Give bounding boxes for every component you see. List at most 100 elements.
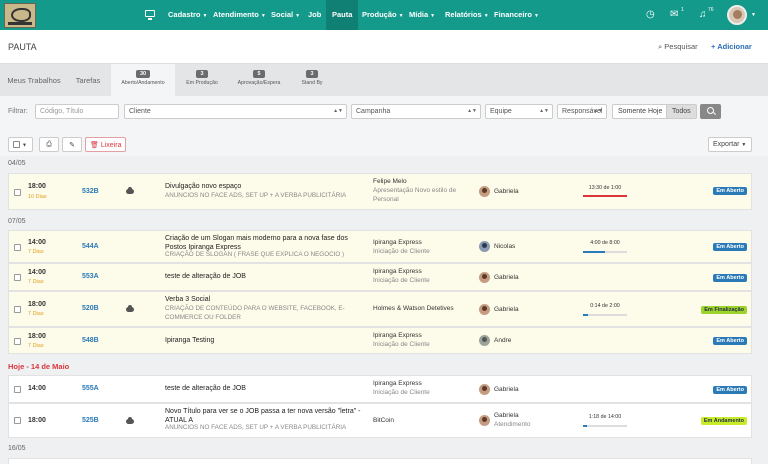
- row-title[interactable]: Verba 3 Social: [165, 296, 365, 305]
- row-checkbox[interactable]: [14, 417, 21, 424]
- row-code-link[interactable]: 548B: [82, 337, 99, 344]
- row-subtitle: CRIAÇÃO DE CONTEÚDO PARA O WEBSITE, FACE…: [165, 305, 345, 321]
- row-client: Ipiranga Express: [373, 268, 422, 275]
- row-person: Gabriela: [494, 386, 519, 393]
- row-title[interactable]: Novo Título para ver se o JOB passa a te…: [165, 408, 365, 425]
- trash-icon: 🗑: [90, 142, 99, 149]
- row-client: Ipiranga Express: [373, 239, 422, 246]
- row-days: 7 Dias: [28, 311, 44, 317]
- edit-button[interactable]: ✎: [62, 137, 82, 152]
- print-button[interactable]: ⎙: [39, 137, 59, 152]
- top-navbar: Cadastro ▼ Atendimento ▼ Social ▼ Job Pauta…: [0, 0, 768, 30]
- nav-producao[interactable]: Produção ▼: [357, 0, 409, 30]
- date-group-header-today: Hoje - 14 de Maio: [8, 362, 70, 371]
- tab-meus-trabalhos[interactable]: Meus Trabalhos: [2, 64, 66, 96]
- row-client-sub: Iniciação de Cliente: [373, 341, 430, 348]
- row-code-link[interactable]: 555A: [82, 385, 99, 392]
- nav-relatorios[interactable]: Relatórios ▼: [440, 0, 494, 30]
- nav-job[interactable]: Job: [303, 0, 326, 30]
- row-person: Gabriela: [494, 412, 519, 419]
- row-code-link[interactable]: 525B: [82, 417, 99, 424]
- row-checkbox[interactable]: [14, 338, 21, 345]
- date-group-header: 04/05: [8, 160, 26, 167]
- cliente-select[interactable]: Cliente ▲▼: [124, 104, 347, 119]
- responsavel-select[interactable]: Responsável ▲▼: [557, 104, 607, 119]
- table-row[interactable]: 18:00 7 Dias 548B Ipiranga Testing Ipira…: [8, 327, 752, 354]
- nav-atendimento[interactable]: Atendimento ▼: [208, 0, 271, 30]
- nav-midia[interactable]: Mídia ▼: [404, 0, 440, 30]
- table-row[interactable]: 14:00 7 Dias 544A Criação de um Slogan m…: [8, 230, 752, 263]
- status-badge: Em Aberto: [713, 243, 747, 251]
- nav-cadastro[interactable]: Cadastro ▼: [163, 0, 212, 30]
- select-arrows-icon: ▲▼: [539, 108, 549, 114]
- nav-financeiro[interactable]: Financeiro ▼: [489, 0, 544, 30]
- bulk-select-dropdown[interactable]: ▼: [8, 137, 33, 152]
- table-row[interactable]: 14:00 7 Dias 553A teste de alteração de …: [8, 263, 752, 291]
- row-checkbox[interactable]: [14, 189, 21, 196]
- nav-social[interactable]: Social ▼: [266, 0, 305, 30]
- filter-label: Filtrar:: [8, 108, 28, 115]
- equipe-select[interactable]: Equipe ▲▼: [485, 104, 553, 119]
- row-title[interactable]: Criação de um Slogan mais moderno para a…: [165, 235, 365, 252]
- row-title[interactable]: teste de alteração de JOB: [165, 273, 365, 282]
- row-checkbox[interactable]: [14, 386, 21, 393]
- table-row[interactable]: 18:00 7 Dias 520B Verba 3 Social CRIAÇÃO…: [8, 291, 752, 327]
- mail-icon[interactable]: ✉: [670, 9, 678, 20]
- bell-icon[interactable]: ♫: [699, 9, 707, 20]
- row-time: 18:00: [28, 301, 46, 308]
- avatar: [479, 186, 490, 197]
- lixeira-button[interactable]: 🗑 Lixeira: [85, 137, 127, 152]
- row-person: Gabriela: [494, 188, 519, 195]
- table-row[interactable]: [8, 458, 752, 464]
- progress-bar: [583, 425, 627, 427]
- progress-bar: [583, 251, 627, 253]
- row-client: Ipiranga Express: [373, 380, 422, 387]
- tab-aprovacao-espera[interactable]: 5 Aprovação/Espera: [230, 64, 288, 96]
- tab-stand-by[interactable]: 3 Stand By: [290, 64, 334, 96]
- campanha-select[interactable]: Campanha ▲▼: [351, 104, 481, 119]
- row-code-link[interactable]: 532B: [82, 188, 99, 195]
- row-code-link[interactable]: 544A: [82, 243, 99, 250]
- app-logo[interactable]: [4, 3, 36, 28]
- table-row[interactable]: 18:00 10 Dias 532B Divulgação novo espaç…: [8, 173, 752, 210]
- add-button[interactable]: + Adicionar: [711, 42, 752, 51]
- somente-hoje-button[interactable]: Somente Hoje: [612, 104, 669, 119]
- avatar: [479, 304, 490, 315]
- search-button[interactable]: ⌕ Pesquisar: [658, 42, 698, 52]
- row-client-sub: Iniciação de Cliente: [373, 389, 430, 396]
- clock-icon[interactable]: ◷: [646, 9, 655, 20]
- select-all-checkbox: [13, 141, 20, 148]
- row-client: BitCoin: [373, 417, 394, 424]
- row-title[interactable]: Ipiranga Testing: [165, 337, 365, 346]
- nav-pauta[interactable]: Pauta: [326, 0, 359, 30]
- row-checkbox[interactable]: [14, 274, 21, 281]
- search-filter-button[interactable]: [700, 104, 721, 119]
- todos-button[interactable]: Todos: [666, 104, 697, 119]
- tab-aberto-andamento[interactable]: 30 Aberto/Andamento: [111, 64, 175, 96]
- code-title-input[interactable]: Código, Título: [35, 104, 119, 119]
- row-subtitle: ANUNCIOS NO FACE ADS, SET UP + A VERBA P…: [165, 192, 347, 199]
- table-row[interactable]: 18:00 525B Novo Título para ver se o JOB…: [8, 403, 752, 438]
- tab-em-producao[interactable]: 3 Em Produção: [177, 64, 227, 96]
- row-title[interactable]: teste de alteração de JOB: [165, 385, 365, 394]
- chevron-down-icon: ▼: [741, 142, 747, 148]
- dashboard-icon[interactable]: [145, 10, 155, 20]
- row-time: 18:00: [28, 333, 46, 340]
- row-title[interactable]: Divulgação novo espaço: [165, 183, 365, 192]
- row-checkbox[interactable]: [14, 244, 21, 251]
- row-code-link[interactable]: 520B: [82, 305, 99, 312]
- tab-tarefas[interactable]: Tarefas: [68, 64, 108, 96]
- exportar-button[interactable]: Exportar ▼: [708, 137, 752, 152]
- chevron-down-icon[interactable]: ▼: [751, 12, 756, 18]
- row-client-sub: Iniciação de Cliente: [373, 248, 430, 255]
- row-days: 7 Dias: [28, 249, 44, 255]
- user-avatar[interactable]: [727, 5, 747, 25]
- row-days: 7 Dias: [28, 279, 44, 285]
- row-checkbox[interactable]: [14, 306, 21, 313]
- list-toolbar: ▼ ⎙ ✎ 🗑 Lixeira Exportar ▼: [0, 128, 768, 156]
- row-client-sub: Iniciação de Cliente: [373, 277, 430, 284]
- row-code-link[interactable]: 553A: [82, 273, 99, 280]
- page-title: PAUTA: [8, 42, 37, 52]
- row-client: Felipe Melo: [373, 178, 407, 185]
- table-row[interactable]: 14:00 555A teste de alteração de JOB Ipi…: [8, 375, 752, 403]
